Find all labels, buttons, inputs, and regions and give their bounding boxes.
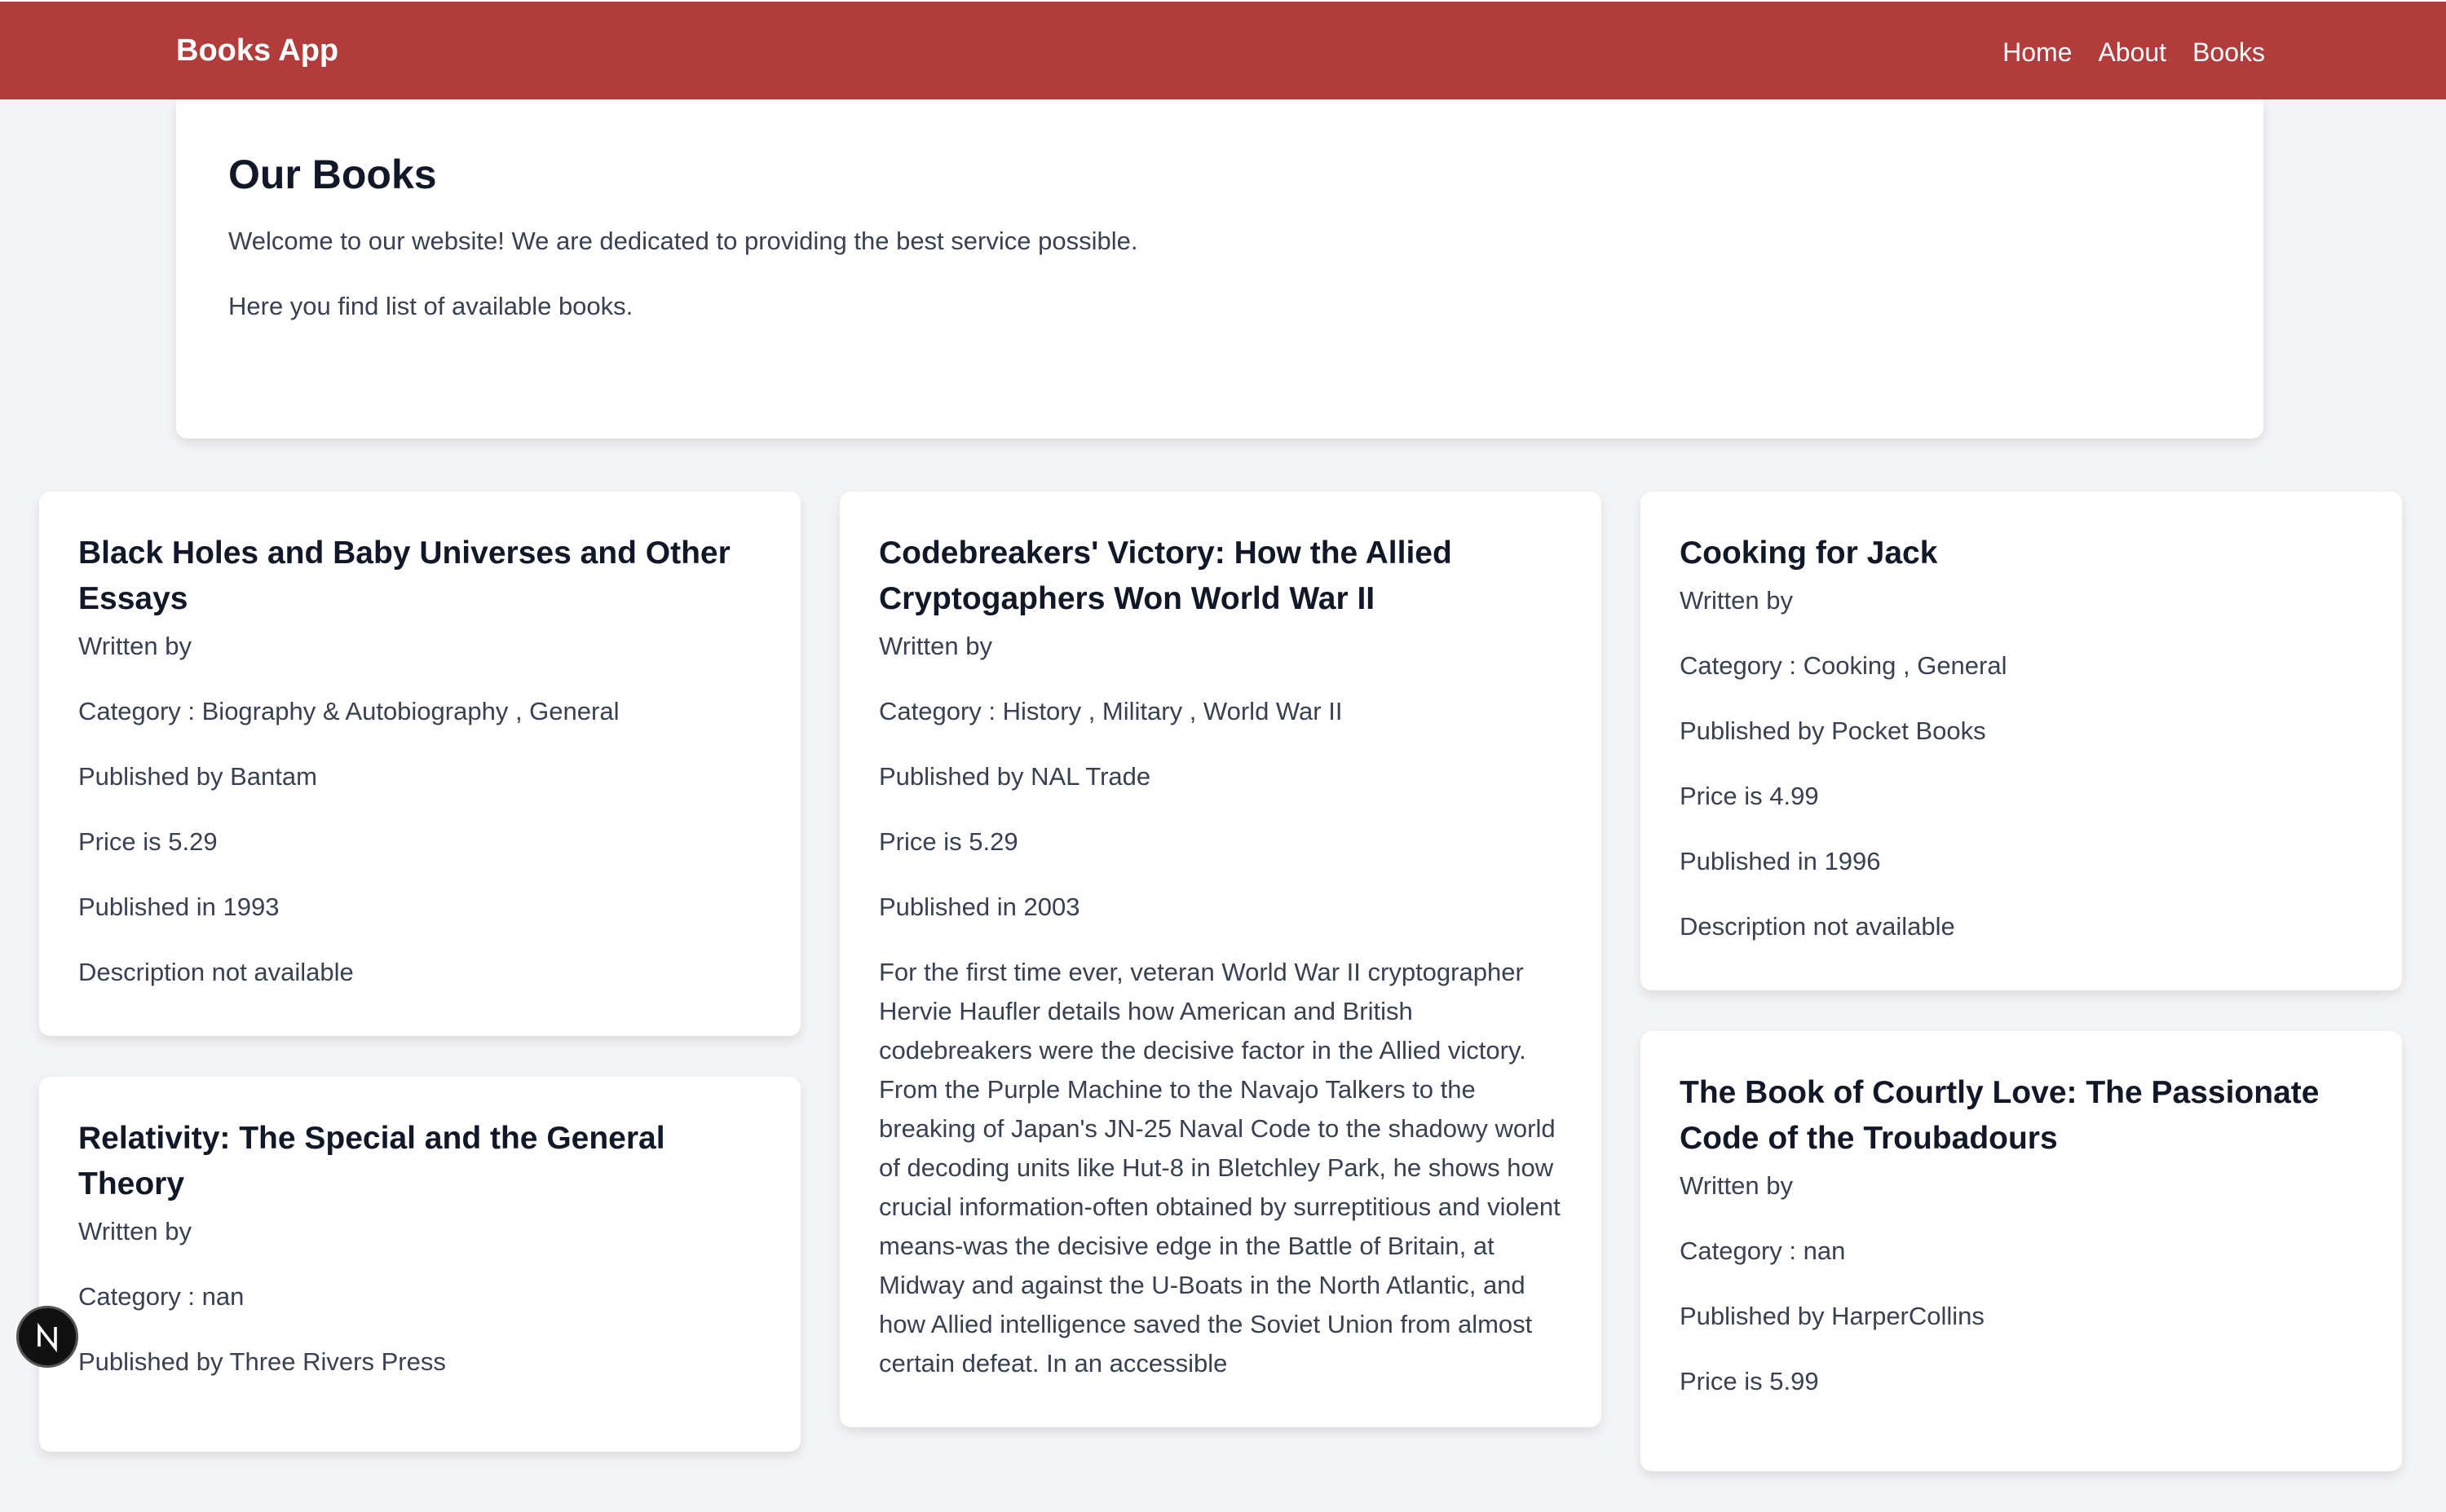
book-category: Category : nan: [1680, 1236, 1846, 1265]
nextjs-logo-glyph: [38, 1322, 57, 1353]
book-price: Price is 5.99: [1680, 1367, 1819, 1395]
book-category: Category : History , Military , World Wa…: [879, 697, 1343, 725]
book-publisher: Published by Pocket Books: [1680, 716, 1986, 745]
book-category: Category : Biography & Autobiography , G…: [78, 697, 620, 725]
book-card: Cooking for Jack Written by Category : C…: [1640, 492, 2402, 990]
book-title: Relativity: The Special and the General …: [78, 1121, 665, 1201]
intro-subtext: Here you find list of available books.: [228, 292, 634, 320]
book-card: Relativity: The Special and the General …: [39, 1077, 801, 1452]
book-title: Cooking for Jack: [1680, 536, 1938, 571]
book-category: Category : nan: [78, 1282, 245, 1311]
nav-link-books[interactable]: Books: [2192, 34, 2265, 70]
welcome-text: Welcome to our website! We are dedicated…: [228, 227, 1138, 255]
page-title: Our Books: [228, 152, 437, 197]
nav-link-about[interactable]: About: [2098, 34, 2166, 70]
book-card: Codebreakers' Victory: How the Allied Cr…: [840, 492, 1601, 1427]
book-description: Description not available: [78, 958, 354, 986]
book-publisher: Published by Bantam: [78, 762, 317, 791]
book-card: The Book of Courtly Love: The Passionate…: [1640, 1031, 2402, 1471]
book-year: Published in 2003: [879, 893, 1080, 921]
nextjs-icon[interactable]: [16, 1306, 78, 1368]
book-year: Published in 1996: [1680, 847, 1881, 875]
brand-logo-link[interactable]: Books App: [176, 33, 338, 68]
top-navbar: Books App Home About Books: [0, 0, 2446, 99]
book-author: Written by: [78, 1217, 192, 1245]
book-title: Codebreakers' Victory: How the Allied Cr…: [879, 536, 1452, 616]
book-price: Price is 5.29: [78, 827, 218, 856]
book-price: Price is 5.29: [879, 827, 1018, 856]
book-title: Black Holes and Baby Universes and Other…: [78, 536, 731, 616]
book-column-1: Black Holes and Baby Universes and Other…: [39, 492, 801, 1492]
book-publisher: Published by HarperCollins: [1680, 1302, 1985, 1330]
book-title: The Book of Courtly Love: The Passionate…: [1680, 1075, 2320, 1156]
book-category: Category : Cooking , General: [1680, 651, 2007, 680]
book-author: Written by: [879, 632, 992, 660]
book-price: Price is 4.99: [1680, 782, 1819, 810]
book-column-2: Codebreakers' Victory: How the Allied Cr…: [840, 492, 1601, 1468]
book-publisher: Published by Three Rivers Press: [78, 1347, 446, 1376]
book-year: Published in 1993: [78, 893, 280, 921]
nav-link-home[interactable]: Home: [2002, 34, 2072, 70]
book-column-3: Cooking for Jack Written by Category : C…: [1640, 492, 2402, 1512]
book-description: Description not available: [1680, 912, 1955, 941]
book-author: Written by: [1680, 586, 1793, 615]
book-author: Written by: [78, 632, 192, 660]
book-author: Written by: [1680, 1171, 1793, 1200]
book-publisher: Published by NAL Trade: [879, 762, 1151, 791]
main-nav: Home About Books: [2002, 34, 2265, 70]
intro-card: Our Books Welcome to our website! We are…: [176, 99, 2263, 439]
book-card: Black Holes and Baby Universes and Other…: [39, 492, 801, 1036]
book-description: For the first time ever, veteran World W…: [879, 958, 1561, 1378]
